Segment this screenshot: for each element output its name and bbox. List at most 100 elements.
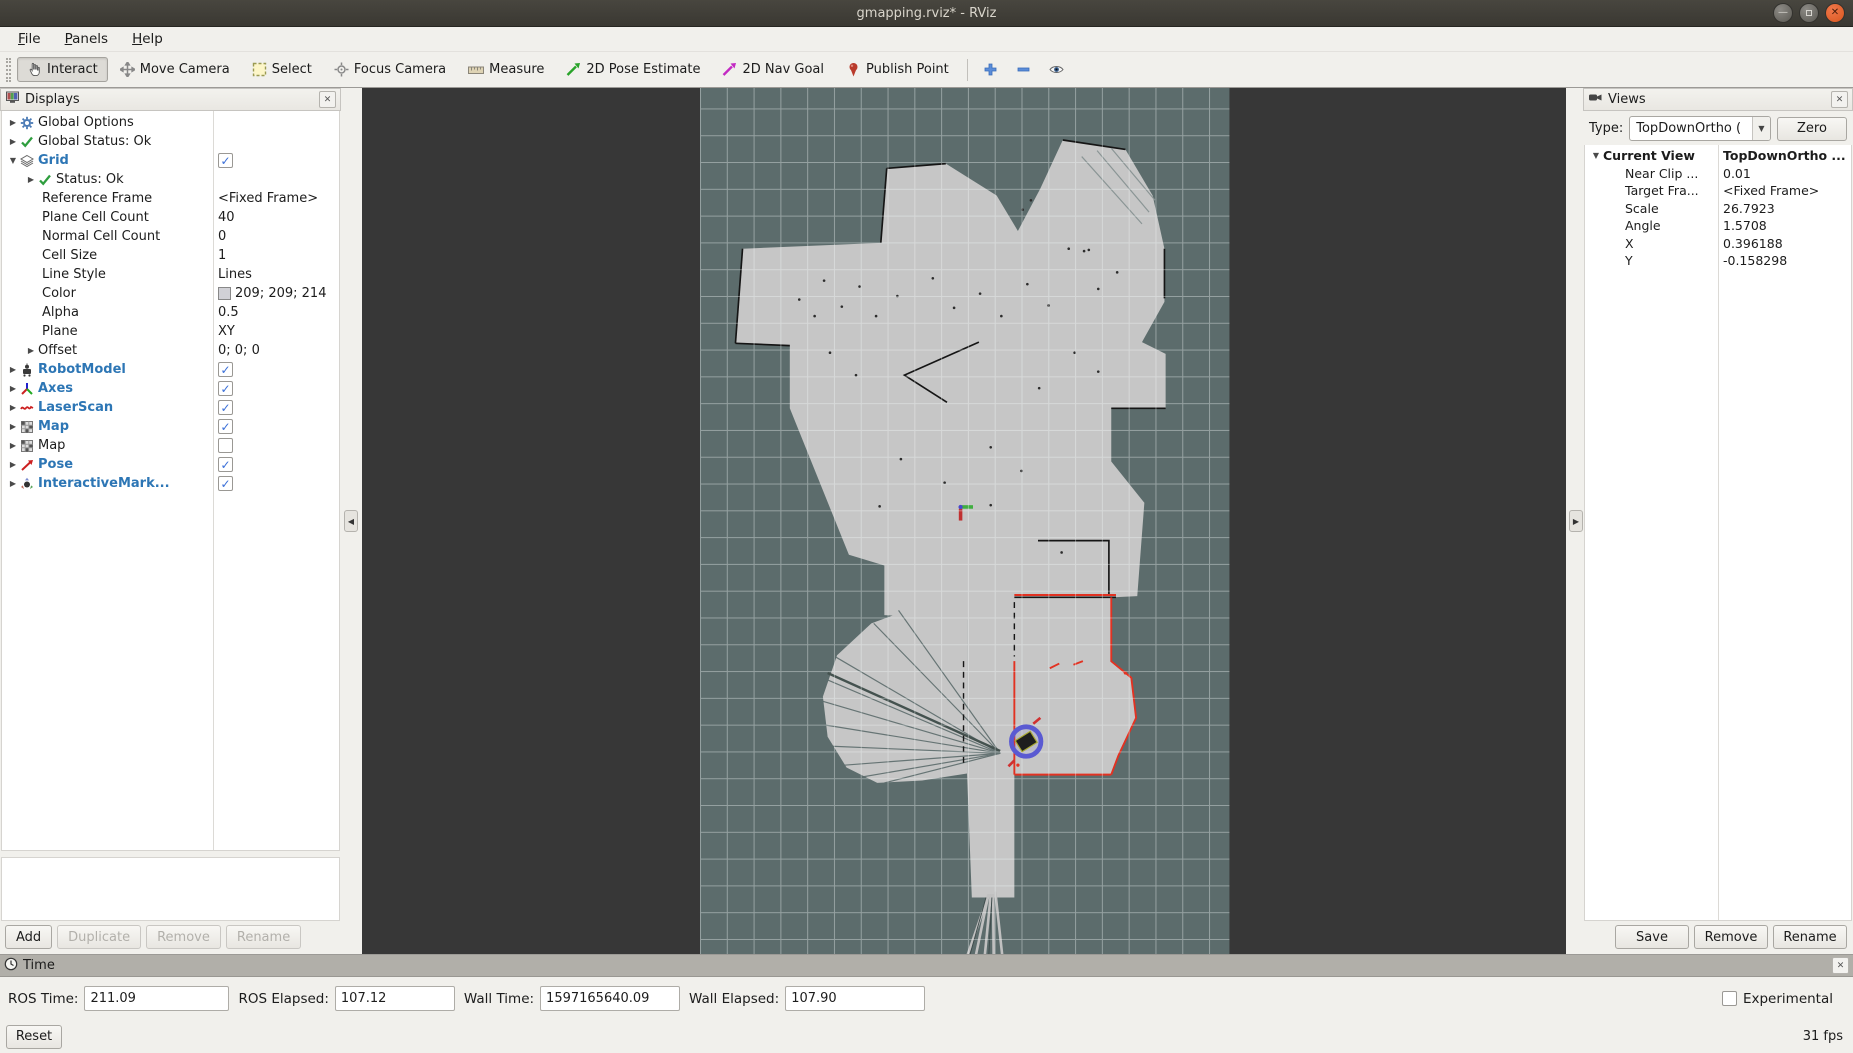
property-value[interactable]: 1 bbox=[218, 248, 226, 263]
wall-time-input[interactable] bbox=[540, 986, 680, 1011]
tool-interact[interactable]: Interact bbox=[17, 57, 108, 82]
tree-row[interactable]: ▶LaserScan✓ bbox=[2, 398, 339, 417]
views-close-icon[interactable]: ✕ bbox=[1831, 91, 1848, 108]
tree-row[interactable]: ▶InteractiveMark...✓ bbox=[2, 474, 339, 493]
tree-row[interactable]: ▶Status: Ok bbox=[2, 170, 339, 189]
tree-row[interactable]: Line StyleLines bbox=[2, 265, 339, 284]
time-close-icon[interactable]: ✕ bbox=[1832, 957, 1849, 974]
displays-close-icon[interactable]: ✕ bbox=[319, 91, 336, 108]
close-button[interactable]: ✕ bbox=[1825, 3, 1845, 23]
menu-file[interactable]: File bbox=[6, 28, 53, 50]
tree-row[interactable]: ▶RobotModel✓ bbox=[2, 360, 339, 379]
displays-panel-header[interactable]: Displays ✕ bbox=[0, 88, 341, 111]
column-separator[interactable] bbox=[213, 111, 214, 850]
tree-row[interactable]: Reference Frame<Fixed Frame> bbox=[2, 189, 339, 208]
tree-row[interactable]: Plane Cell Count40 bbox=[2, 208, 339, 227]
views-panel-header[interactable]: Views ✕ bbox=[1583, 88, 1853, 111]
ros-elapsed-input[interactable] bbox=[335, 986, 455, 1011]
property-value[interactable]: 1.5708 bbox=[1723, 218, 1767, 233]
tool-2d-nav-goal[interactable]: 2D Nav Goal bbox=[712, 57, 834, 82]
view-type-dropdown[interactable]: TopDownOrtho ( ▼ bbox=[1629, 116, 1771, 141]
tree-row[interactable]: ▶Axes✓ bbox=[2, 379, 339, 398]
expander-icon[interactable]: ▶ bbox=[6, 441, 20, 450]
ros-time-input[interactable] bbox=[84, 986, 229, 1011]
enabled-checkbox[interactable]: ✓ bbox=[218, 419, 233, 434]
right-splitter[interactable]: ▶ bbox=[1566, 88, 1583, 954]
rename-view-button[interactable]: Rename bbox=[1773, 925, 1847, 949]
tool-2d-pose-estimate[interactable]: 2D Pose Estimate bbox=[556, 57, 710, 82]
tree-row[interactable]: Normal Cell Count0 bbox=[2, 227, 339, 246]
tree-row[interactable]: ▶Offset0; 0; 0 bbox=[2, 341, 339, 360]
expander-icon[interactable]: ▶ bbox=[6, 365, 20, 374]
expander-icon[interactable]: ▶ bbox=[6, 137, 20, 146]
enabled-checkbox[interactable]: ✓ bbox=[218, 400, 233, 415]
property-value[interactable]: <Fixed Frame> bbox=[1723, 183, 1819, 198]
tree-row[interactable]: Cell Size1 bbox=[2, 246, 339, 265]
left-splitter[interactable]: ◀ bbox=[341, 88, 362, 954]
tree-row[interactable]: PlaneXY bbox=[2, 322, 339, 341]
expander-icon[interactable]: ▶ bbox=[6, 460, 20, 469]
wall-elapsed-input[interactable] bbox=[785, 986, 925, 1011]
tree-row[interactable]: Color209; 209; 214 bbox=[2, 284, 339, 303]
enabled-checkbox[interactable]: ✓ bbox=[218, 153, 233, 168]
add-button[interactable]: Add bbox=[5, 925, 52, 949]
save-view-button[interactable]: Save bbox=[1615, 925, 1689, 949]
enabled-checkbox[interactable]: ✓ bbox=[218, 457, 233, 472]
property-value[interactable]: 26.7923 bbox=[1723, 201, 1775, 216]
expander-icon[interactable]: ▶ bbox=[24, 175, 38, 184]
property-value[interactable]: 0.01 bbox=[1723, 166, 1751, 181]
property-value[interactable]: 0; 0; 0 bbox=[218, 343, 260, 358]
reset-button[interactable]: Reset bbox=[6, 1025, 62, 1049]
toolbar-drag-handle[interactable] bbox=[6, 58, 11, 82]
enabled-checkbox[interactable]: ✓ bbox=[218, 476, 233, 491]
tree-row[interactable]: ▶Global Options bbox=[2, 113, 339, 132]
tree-row[interactable]: Alpha0.5 bbox=[2, 303, 339, 322]
tree-row[interactable]: ▼Grid✓ bbox=[2, 151, 339, 170]
tool-move-camera[interactable]: Move Camera bbox=[110, 57, 240, 82]
property-value[interactable]: XY bbox=[218, 324, 235, 339]
expander-icon[interactable]: ▼ bbox=[1589, 151, 1603, 160]
titlebar[interactable]: gmapping.rviz* - RViz — ✕ bbox=[0, 0, 1853, 27]
menu-panels[interactable]: Panels bbox=[53, 28, 120, 50]
experimental-checkbox[interactable] bbox=[1722, 991, 1737, 1006]
property-value[interactable]: Lines bbox=[218, 267, 252, 282]
enabled-checkbox[interactable] bbox=[218, 438, 233, 453]
menu-help[interactable]: Help bbox=[120, 28, 175, 50]
rename-button[interactable]: Rename bbox=[226, 925, 301, 949]
tool-measure[interactable]: Measure bbox=[458, 57, 554, 82]
tree-row[interactable]: ▶Map bbox=[2, 436, 339, 455]
time-panel-header[interactable]: Time ✕ bbox=[0, 955, 1853, 977]
zoom-in-button[interactable] bbox=[976, 58, 1005, 81]
expander-icon[interactable]: ▶ bbox=[6, 422, 20, 431]
property-value[interactable]: 40 bbox=[218, 210, 235, 225]
expander-icon[interactable]: ▶ bbox=[24, 346, 38, 355]
expander-icon[interactable]: ▶ bbox=[6, 384, 20, 393]
tree-row[interactable]: ▶Map✓ bbox=[2, 417, 339, 436]
remove-view-button[interactable]: Remove bbox=[1694, 925, 1768, 949]
property-value[interactable]: 0.396188 bbox=[1723, 236, 1783, 251]
tool-publish-point[interactable]: Publish Point bbox=[836, 57, 959, 82]
expander-icon[interactable]: ▼ bbox=[6, 156, 20, 165]
map-canvas[interactable] bbox=[362, 88, 1566, 954]
expander-icon[interactable]: ▶ bbox=[6, 403, 20, 412]
zero-button[interactable]: Zero bbox=[1777, 117, 1847, 141]
tree-row[interactable]: ▶Pose✓ bbox=[2, 455, 339, 474]
property-value[interactable]: TopDownOrtho ... bbox=[1723, 148, 1846, 163]
3d-viewport[interactable] bbox=[362, 88, 1566, 954]
collapse-right-icon[interactable]: ▶ bbox=[1569, 510, 1583, 532]
zoom-out-button[interactable] bbox=[1009, 58, 1038, 81]
color-swatch[interactable] bbox=[218, 287, 231, 300]
tree-row[interactable]: ▶Global Status: Ok bbox=[2, 132, 339, 151]
property-value[interactable]: 0.5 bbox=[218, 305, 239, 320]
column-separator[interactable] bbox=[1718, 145, 1719, 920]
tool-focus-camera[interactable]: Focus Camera bbox=[324, 57, 456, 82]
property-value[interactable]: -0.158298 bbox=[1723, 253, 1787, 268]
eye-button[interactable] bbox=[1042, 58, 1071, 81]
remove-button[interactable]: Remove bbox=[146, 925, 221, 949]
property-value[interactable]: 209; 209; 214 bbox=[235, 286, 326, 301]
enabled-checkbox[interactable]: ✓ bbox=[218, 362, 233, 377]
expander-icon[interactable]: ▶ bbox=[6, 118, 20, 127]
enabled-checkbox[interactable]: ✓ bbox=[218, 381, 233, 396]
maximize-button[interactable] bbox=[1799, 3, 1819, 23]
property-value[interactable]: 0 bbox=[218, 229, 226, 244]
